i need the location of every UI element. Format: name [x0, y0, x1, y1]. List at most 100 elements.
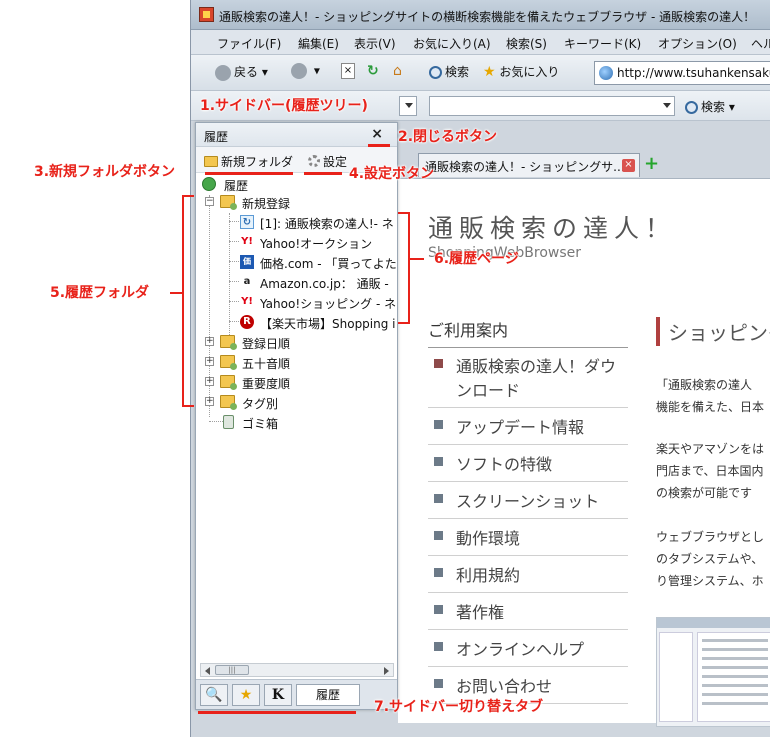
guide-link-screenshots[interactable]: スクリーンショット: [428, 482, 628, 519]
scroll-right-icon[interactable]: [384, 667, 389, 675]
bullet-icon: [434, 494, 443, 503]
sidebar-tab-keyword[interactable]: K: [264, 684, 292, 706]
history-page-item[interactable]: Y! Yahoo!オークション: [240, 233, 396, 251]
guide-link-label: お問い合わせ: [456, 677, 553, 696]
toolbar-favorites-button[interactable]: ★ お気に入り: [483, 63, 559, 83]
guide-link-label: アップデート情報: [456, 418, 585, 437]
web-page-icon: ↻: [240, 215, 254, 229]
scroll-left-icon[interactable]: [205, 667, 210, 675]
tree-node-label: 履歴: [224, 179, 249, 193]
bracket-cap-bottom: [398, 322, 408, 324]
tree-folder-importance[interactable]: + 重要度順: [200, 373, 390, 391]
menu-edit[interactable]: 編集(E): [298, 35, 339, 52]
guide-link-features[interactable]: ソフトの特徴: [428, 445, 628, 482]
tab-close-icon[interactable]: ×: [622, 159, 635, 172]
tree-folder-by-date[interactable]: + 登録日順: [200, 333, 390, 351]
settings-button[interactable]: 設定: [308, 153, 347, 170]
tree-folder-tags[interactable]: + タグ別: [200, 393, 390, 411]
keyword-combo[interactable]: [399, 96, 417, 116]
search-combo[interactable]: [429, 96, 675, 116]
search-icon: [429, 66, 442, 79]
folder-icon: [220, 375, 237, 390]
sidebar-tab-search[interactable]: 🔍: [200, 684, 228, 706]
home-button[interactable]: ⌂: [393, 63, 402, 83]
guide-link-updates[interactable]: アップデート情報: [428, 408, 628, 445]
bullet-icon: [434, 568, 443, 577]
menu-options[interactable]: オプション(O): [658, 35, 737, 52]
site-title: 通販検索の達人！: [428, 214, 677, 243]
menu-view[interactable]: 表示(V): [354, 35, 396, 52]
guide-link-copyright[interactable]: 著作権: [428, 593, 628, 630]
menu-keyword[interactable]: キーワード(K): [564, 35, 641, 52]
history-page-item[interactable]: Y! Yahoo!ショッピング - ネ: [240, 293, 396, 311]
menu-favorites[interactable]: お気に入り(A): [413, 35, 491, 52]
guide-link-label: 著作権: [456, 603, 505, 622]
collapse-icon[interactable]: −: [205, 197, 214, 206]
bullet-icon: [434, 359, 443, 368]
guide-link-label: 利用規約: [456, 566, 521, 585]
guide-link-label: オンラインヘルプ: [456, 640, 585, 659]
guide-link-requirements[interactable]: 動作環境: [428, 519, 628, 556]
guide-link-terms[interactable]: 利用規約: [428, 556, 628, 593]
tree-folder-alphabetical[interactable]: + 五十音順: [200, 353, 390, 371]
main-toolbar: 戻る ▾ ▾ × ↻ ⌂ 検索 ★ お気に入り http://www.tsuha…: [191, 55, 770, 91]
new-folder-icon: [204, 156, 218, 167]
menu-help[interactable]: ヘルプ: [751, 35, 770, 52]
stop-button[interactable]: ×: [341, 63, 355, 79]
refresh-button[interactable]: ↻: [367, 63, 379, 83]
sidebar-header: 履歴 ×: [196, 123, 397, 147]
toolbar-search-label: 検索: [445, 65, 470, 79]
tree-node-label: タグ別: [242, 397, 279, 411]
scroll-thumb[interactable]: |||: [215, 665, 249, 675]
bullet-icon: [434, 679, 443, 688]
back-button[interactable]: 戻る ▾: [215, 63, 268, 83]
tree-node-label: 価格.com - 「買ってよた: [260, 257, 397, 271]
tree-node-label: 新規登録: [242, 197, 291, 211]
history-page-item[interactable]: R 【楽天市場】Shopping i: [240, 313, 396, 331]
menu-search[interactable]: 検索(S): [506, 35, 547, 52]
menu-bar: ファイル(F) 編集(E) 表示(V) お気に入り(A) 検索(S) キーワード…: [191, 30, 770, 55]
history-page-item[interactable]: a Amazon.co.jp： 通販 -: [240, 273, 396, 291]
tab-main[interactable]: 通販検索の達人！- ショッピングサ... ×: [418, 153, 640, 177]
tree-node-label: 重要度順: [242, 377, 291, 391]
bullet-icon: [434, 642, 443, 651]
guide-link-label: スクリーンショット: [456, 492, 600, 511]
guide-link-download[interactable]: 通販検索の達人！ダウンロード: [428, 347, 628, 408]
guide-link-help[interactable]: オンラインヘルプ: [428, 630, 628, 667]
search-toolbar-button[interactable]: 検索 ▾: [685, 98, 735, 115]
toolbar-search-button[interactable]: 検索: [429, 63, 469, 83]
sidebar-close-button[interactable]: ×: [371, 126, 383, 142]
expand-icon[interactable]: +: [205, 357, 214, 366]
history-page-item[interactable]: ↻ [1]: 通販検索の達人!- ネ: [240, 213, 396, 231]
expand-icon[interactable]: +: [205, 377, 214, 386]
toolbar-favorites-label: お気に入り: [499, 65, 560, 79]
annotation-folder-bracket: [182, 195, 184, 407]
tree-trash[interactable]: ゴミ箱: [200, 413, 390, 431]
address-text: http://www.tsuhankensaku: [617, 66, 770, 80]
intro-text-line: のタブシステムや、: [656, 552, 764, 566]
bracket-cap-bottom: [182, 405, 194, 407]
guide-list: 通販検索の達人！ダウンロード アップデート情報 ソフトの特徴 スクリーンショット…: [428, 347, 628, 704]
forward-arrow-icon: [291, 63, 307, 79]
new-tab-icon[interactable]: +: [644, 155, 662, 173]
sidebar-tab-favorites[interactable]: ★: [232, 684, 260, 706]
annotation-close: 2.閉じるボタン: [398, 129, 498, 145]
expand-icon[interactable]: +: [205, 337, 214, 346]
guide-link-label: 通販検索の達人！ダウンロード: [456, 357, 617, 400]
tree-folder-new[interactable]: − 新規登録: [200, 193, 390, 211]
bullet-icon: [434, 457, 443, 466]
new-folder-button[interactable]: 新規フォルダ: [204, 153, 293, 170]
menu-file[interactable]: ファイル(F): [217, 35, 281, 52]
expand-icon[interactable]: +: [205, 397, 214, 406]
chevron-down-icon: [663, 103, 671, 108]
forward-button[interactable]: ▾: [291, 63, 320, 83]
globe-icon: [599, 66, 613, 80]
screenshot-thumbnail[interactable]: [656, 617, 770, 727]
gear-icon: [308, 155, 320, 167]
horizontal-scrollbar[interactable]: |||: [200, 663, 394, 677]
settings-label: 設定: [323, 155, 348, 169]
history-page-item[interactable]: 価 価格.com - 「買ってよた: [240, 253, 397, 271]
history-tree: 履歴 − 新規登録 ↻ [1]: 通販検索の達人!- ネ Y! Yahoo!オー…: [196, 173, 397, 663]
address-bar[interactable]: http://www.tsuhankensaku: [594, 61, 770, 85]
sidebar-tab-history[interactable]: 履歴: [296, 684, 360, 706]
